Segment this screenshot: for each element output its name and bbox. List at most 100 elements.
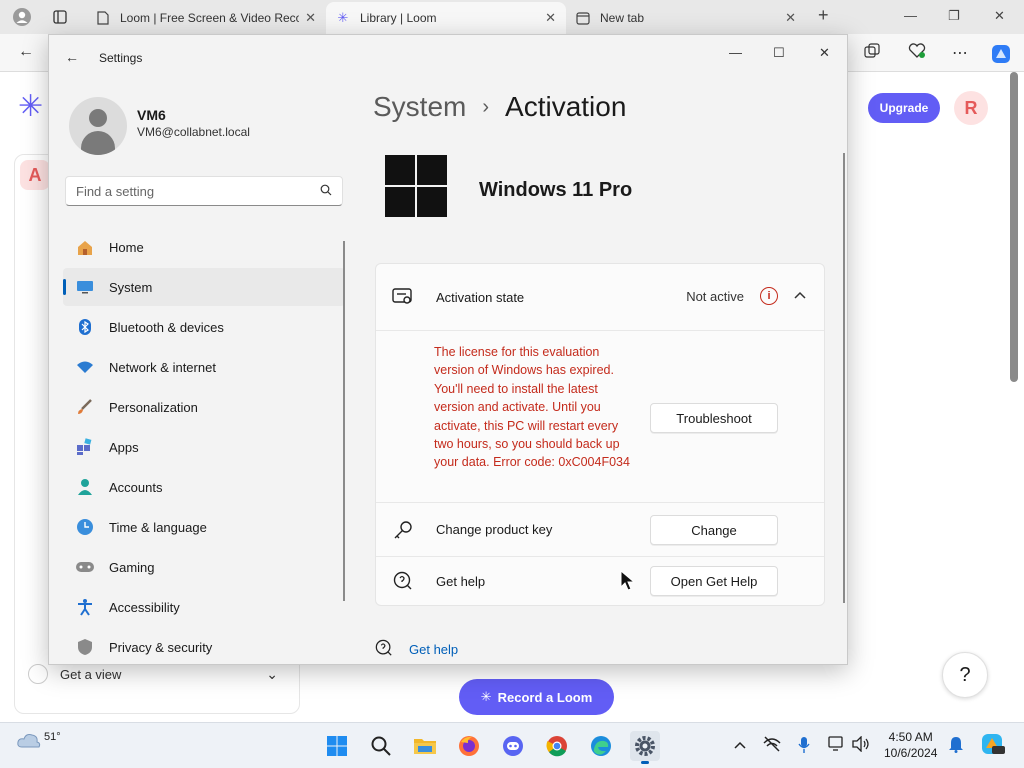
nav-item-gaming[interactable]: Gaming <box>63 548 345 586</box>
activation-card: Activation state Not active i The licens… <box>375 263 825 606</box>
loom-logo-icon: ✳ <box>18 90 44 123</box>
nav-label: Apps <box>109 439 139 455</box>
avatar[interactable] <box>69 97 127 155</box>
more-options-icon[interactable]: ⋯ <box>952 43 968 63</box>
close-icon[interactable]: ✕ <box>994 8 1005 24</box>
activation-state-header[interactable]: Activation state Not active i <box>376 264 824 330</box>
clock-time: 4:50 AM <box>888 730 933 744</box>
nav-item-time-language[interactable]: Time & language <box>63 508 345 546</box>
search-icon[interactable] <box>366 731 396 761</box>
discord-icon[interactable] <box>498 731 528 761</box>
breadcrumb-parent[interactable]: System <box>373 91 466 123</box>
file-explorer-icon[interactable] <box>410 731 440 761</box>
troubleshoot-button[interactable]: Troubleshoot <box>650 403 778 433</box>
profile-name: VM6 <box>137 107 166 123</box>
weather-widget[interactable]: 51° <box>16 731 61 752</box>
home-icon <box>75 238 95 256</box>
certificate-icon <box>392 286 414 308</box>
tab-title: New tab <box>600 11 645 25</box>
get-a-view-label: Get a view <box>60 666 122 682</box>
key-icon <box>392 519 414 541</box>
tab-actions-icon[interactable] <box>48 6 72 28</box>
settings-window: ← Settings — ☐ ✕ VM6 VM6@collabnet.local… <box>48 34 848 665</box>
window-title: Settings <box>99 51 143 65</box>
nav-item-accounts[interactable]: Accounts <box>63 468 345 506</box>
nav-item-privacy-security[interactable]: Privacy & security <box>63 628 345 664</box>
chrome-icon[interactable] <box>542 731 572 761</box>
minimize-icon[interactable]: — <box>904 8 917 23</box>
nav-item-network[interactable]: Network & internet <box>63 348 345 386</box>
copilot-icon[interactable] <box>990 43 1012 70</box>
loom-icon: ✳ <box>337 10 349 25</box>
back-arrow-icon[interactable]: ← <box>18 43 34 61</box>
nav-item-personalization[interactable]: Personalization <box>63 388 345 426</box>
get-a-view-item[interactable]: Get a view ⌄ <box>28 662 288 686</box>
workspace-avatar[interactable]: A <box>20 160 50 190</box>
performance-icon[interactable] <box>908 43 926 64</box>
record-loom-button[interactable]: ✳ Record a Loom <box>459 679 614 715</box>
search-box[interactable] <box>65 176 343 206</box>
get-help-link-label: Get help <box>409 642 459 657</box>
nav-item-system[interactable]: System <box>63 268 345 306</box>
nav-scrollbar[interactable] <box>343 241 345 601</box>
content-scrollbar[interactable] <box>843 153 845 603</box>
maximize-icon[interactable]: ☐ <box>773 45 785 61</box>
user-avatar[interactable]: R <box>954 91 988 125</box>
firefox-icon[interactable] <box>454 731 484 761</box>
cloud-icon <box>16 731 42 752</box>
microphone-icon[interactable] <box>798 736 810 757</box>
close-icon[interactable]: ✕ <box>785 10 796 26</box>
new-tab-button[interactable]: + <box>818 5 829 26</box>
profile-email: VM6@collabnet.local <box>137 125 250 139</box>
system-icon <box>75 278 95 296</box>
taskbar-clock[interactable]: 4:50 AM 10/6/2024 <box>884 729 937 761</box>
notification-bell-icon[interactable] <box>948 735 964 756</box>
close-icon[interactable]: ✕ <box>819 45 830 61</box>
nav-label: Accounts <box>109 479 163 495</box>
chevron-up-icon[interactable] <box>734 736 746 752</box>
search-input[interactable] <box>76 183 320 199</box>
open-get-help-button[interactable]: Open Get Help <box>650 566 778 596</box>
settings-gear-icon[interactable] <box>630 731 660 764</box>
mouse-cursor-icon <box>620 569 636 592</box>
nav-item-apps[interactable]: Apps <box>63 428 345 466</box>
close-icon[interactable]: ✕ <box>305 10 316 26</box>
close-icon[interactable]: ✕ <box>545 10 556 26</box>
minimize-icon[interactable]: — <box>729 45 742 60</box>
nav-item-bluetooth[interactable]: Bluetooth & devices <box>63 308 345 346</box>
nav-item-home[interactable]: Home <box>63 228 345 266</box>
tab-library-loom[interactable]: ✳ Library | Loom ✕ <box>326 2 566 34</box>
get-help-label: Get help <box>436 573 486 589</box>
nav-item-accessibility[interactable]: Accessibility <box>63 588 345 626</box>
status-badge: Not active <box>686 289 744 304</box>
wifi-icon <box>75 358 95 376</box>
collections-icon[interactable] <box>864 43 880 64</box>
tab-loom-free[interactable]: Loom | Free Screen & Video Reco ✕ <box>86 2 326 34</box>
edge-icon[interactable] <box>586 731 616 761</box>
help-button[interactable]: ? <box>942 652 988 698</box>
activation-state-row: Activation state Not active i <box>376 264 824 331</box>
profile-icon[interactable] <box>10 6 34 28</box>
volume-icon[interactable] <box>852 735 870 755</box>
help-chat-icon <box>375 639 395 660</box>
start-button[interactable] <box>322 731 352 761</box>
radio-icon <box>28 664 48 684</box>
chevron-up-icon[interactable] <box>794 286 806 302</box>
back-arrow-icon[interactable]: ← <box>65 49 79 65</box>
accessibility-icon <box>75 598 95 616</box>
change-button[interactable]: Change <box>650 515 778 545</box>
get-help-link[interactable]: Get help <box>375 639 458 660</box>
change-product-key-row: Change product key Change <box>376 503 824 557</box>
tab-new-tab[interactable]: New tab ✕ <box>566 2 806 34</box>
activation-details: The license for this evaluation version … <box>376 331 824 503</box>
network-offline-icon[interactable] <box>762 736 782 755</box>
chevron-down-icon: ⌄ <box>266 665 278 682</box>
display-icon[interactable] <box>828 736 846 755</box>
copilot-icon[interactable] <box>980 732 1006 759</box>
restore-icon[interactable]: ❐ <box>948 8 960 24</box>
upgrade-button[interactable]: Upgrade <box>868 93 940 123</box>
activation-error-message: The license for this evaluation version … <box>434 345 630 470</box>
page-scrollbar[interactable] <box>1010 72 1018 382</box>
globe-clock-icon <box>75 518 95 536</box>
apps-icon <box>75 438 95 456</box>
